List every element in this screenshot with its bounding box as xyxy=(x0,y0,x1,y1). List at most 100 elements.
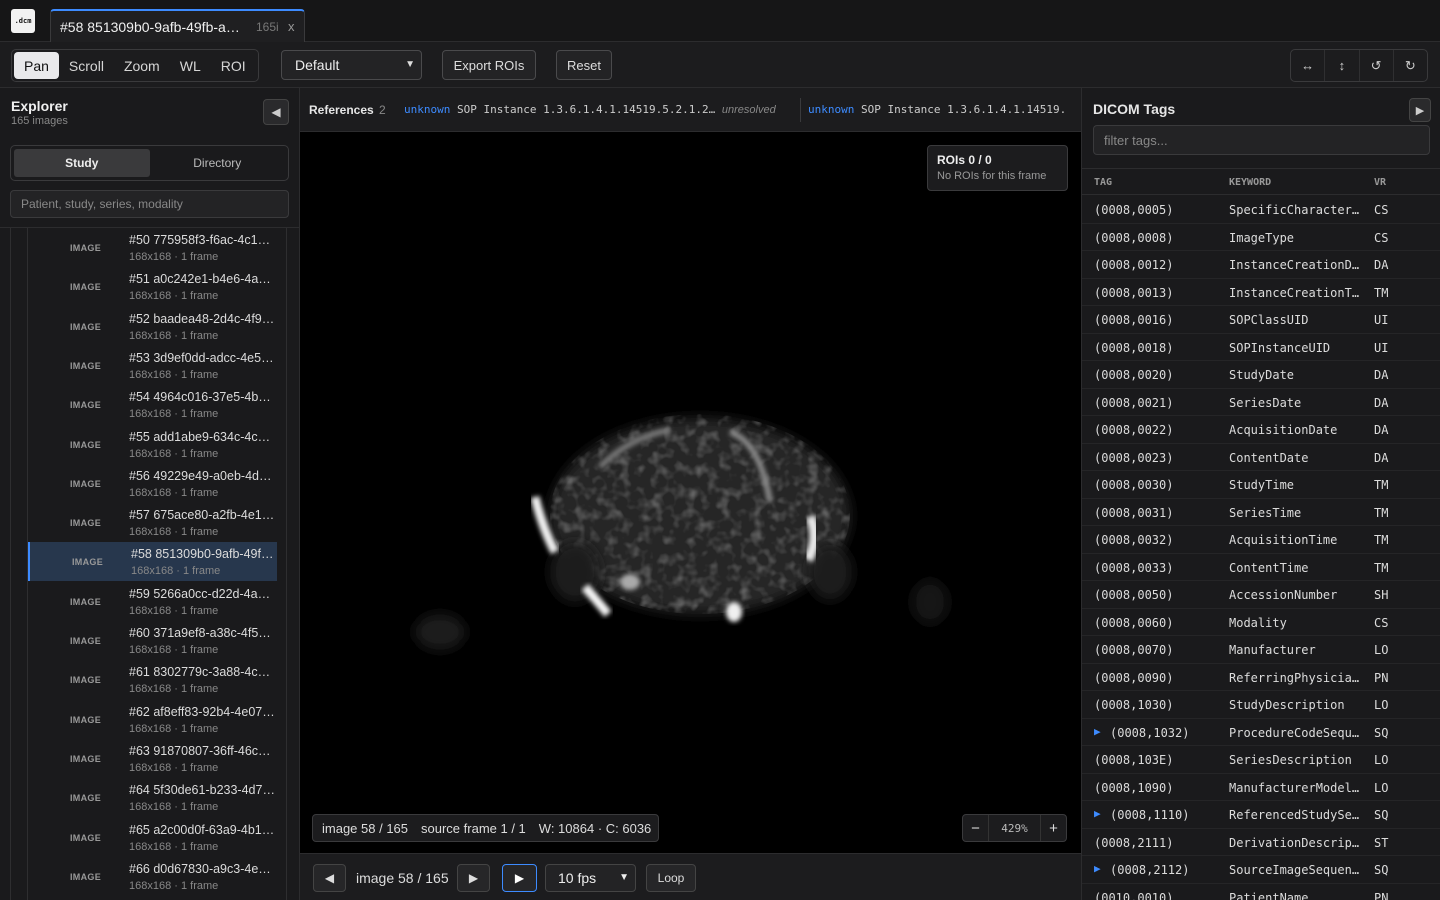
list-item[interactable]: IMAGE #61 8302779c-3a88-4c1b-a4e2 168x168 … xyxy=(28,660,277,699)
play-button[interactable]: ▶ xyxy=(502,864,537,892)
reset-button[interactable]: Reset xyxy=(556,50,612,80)
column-keyword[interactable]: KEYWORD xyxy=(1229,177,1271,188)
list-item[interactable]: IMAGE #56 49229e49-a0eb-4d3f-9a28 168x168 … xyxy=(28,464,277,503)
table-row[interactable]: (0008,0016) SOPClassUID UI xyxy=(1082,306,1440,334)
table-row[interactable]: (0008,0022) AcquisitionDate DA xyxy=(1082,416,1440,444)
collapse-right-icon[interactable]: ▶ xyxy=(1409,98,1431,122)
tag-table-header: TAG KEYWORD VR xyxy=(1082,168,1440,195)
table-row[interactable]: (0008,0033) ContentTime TM xyxy=(1082,554,1440,581)
column-vr[interactable]: VR xyxy=(1374,177,1386,188)
tag-id: (0008,0031) xyxy=(1094,505,1174,520)
table-row[interactable]: (0008,103E) SeriesDescription LO xyxy=(1082,746,1440,774)
tag-filter-input[interactable]: filter tags... xyxy=(1093,125,1430,155)
tool-scroll-button[interactable]: Scroll xyxy=(59,52,114,79)
table-row[interactable]: ▶ (0008,1032) ProcedureCodeSequence SQ xyxy=(1082,719,1440,746)
expand-arrow-icon[interactable]: ▶ xyxy=(1094,725,1101,738)
document-tab[interactable]: #58 851309b0-9afb-49fb-a66c-3f2e1d0b7a91… xyxy=(50,9,305,42)
window-preset-select[interactable]: Default ▼ xyxy=(281,50,422,80)
tag-vr: DA xyxy=(1374,395,1389,410)
table-row[interactable]: (0008,0023) ContentDate DA xyxy=(1082,444,1440,471)
loop-toggle[interactable]: Loop xyxy=(646,864,696,892)
list-item[interactable]: IMAGE #66 d0d67830-a9c3-4e62-b1a4 168x168 … xyxy=(28,857,277,896)
rotate-left-icon[interactable]: ↺ xyxy=(1360,50,1394,81)
table-row[interactable]: (0008,0021) SeriesDate DA xyxy=(1082,389,1440,416)
expand-arrow-icon[interactable]: ▶ xyxy=(1094,862,1101,875)
table-row[interactable]: (0008,2111) DerivationDescription ST xyxy=(1082,829,1440,856)
close-tab-icon[interactable]: x xyxy=(288,19,295,34)
list-item[interactable]: IMAGE #59 5266a0cc-d22d-4a81-9e3f 168x168 … xyxy=(28,582,277,621)
previous-image-button[interactable]: ◀ xyxy=(313,864,346,892)
next-image-button[interactable]: ▶ xyxy=(457,864,490,892)
list-item[interactable]: IMAGE #50 775958f3-f6ac-4c1e-9b2a 168x168 … xyxy=(28,228,277,267)
tag-keyword: SeriesDescription xyxy=(1229,753,1352,767)
list-item[interactable]: IMAGE #62 af8eff83-92b4-4e07-b5d1 168x168 … xyxy=(28,700,277,739)
explorer-search-input[interactable]: Patient, study, series, modality xyxy=(10,190,289,218)
table-row[interactable]: (0010,0010) PatientName PN xyxy=(1082,884,1440,900)
list-item[interactable]: IMAGE #57 675ace80-a2fb-4e19-b0c7 168x168 … xyxy=(28,503,277,542)
scrollbar[interactable] xyxy=(286,228,287,900)
image-canvas[interactable] xyxy=(330,132,1050,853)
export-rois-button[interactable]: Export ROIs xyxy=(442,50,536,80)
tag-vr: SH xyxy=(1374,588,1389,602)
zoom-out-button[interactable]: − xyxy=(963,820,988,837)
table-row[interactable]: (0008,0020) StudyDate DA xyxy=(1082,361,1440,389)
tool-wl-button[interactable]: WL xyxy=(170,52,211,79)
flip-vertical-icon[interactable]: ↕ xyxy=(1325,50,1360,81)
tool-roi-button[interactable]: ROI xyxy=(211,52,256,79)
table-row[interactable]: (0008,1090) ManufacturerModelName LO xyxy=(1082,774,1440,801)
table-row[interactable]: (0008,0050) AccessionNumber SH xyxy=(1082,581,1440,609)
table-row[interactable]: (0008,0070) Manufacturer LO xyxy=(1082,636,1440,664)
table-row[interactable]: (0008,0013) InstanceCreationTime TM xyxy=(1082,279,1440,306)
reference-item[interactable]: unknown SOP Instance 1.3.6.1.4.1.14519. xyxy=(808,103,1066,116)
column-tag[interactable]: TAG xyxy=(1094,177,1112,188)
table-row[interactable]: (0008,0032) AcquisitionTime TM xyxy=(1082,526,1440,554)
item-kind: IMAGE xyxy=(70,439,102,450)
item-name: #56 49229e49-a0eb-4d3f-9a28 xyxy=(129,468,275,483)
explorer-subtitle: 165 images xyxy=(11,115,68,127)
tag-id: (0008,0060) xyxy=(1094,615,1174,630)
table-row[interactable]: ▶ (0008,2112) SourceImageSequence SQ xyxy=(1082,856,1440,884)
expand-arrow-icon[interactable]: ▶ xyxy=(1094,807,1101,820)
list-item[interactable]: IMAGE #52 baadea48-2d4c-4f90-a1b2 168x168 … xyxy=(28,307,277,346)
table-row[interactable]: (0008,0005) SpecificCharacterSet CS xyxy=(1082,196,1440,224)
mode-directory-button[interactable]: Directory xyxy=(150,149,286,177)
fps-select[interactable]: 10 fps ▼ xyxy=(545,864,636,892)
window-level: W: 10864 · C: 6036 xyxy=(538,820,652,836)
rotate-right-icon[interactable]: ↻ xyxy=(1394,50,1427,81)
list-item[interactable]: IMAGE #65 a2c00d0f-63a9-4b1c-8f73 168x168 … xyxy=(28,818,277,857)
tag-keyword: ReferencedStudySequence xyxy=(1229,808,1363,822)
mode-study-button[interactable]: Study xyxy=(14,149,150,177)
item-dims: 168x168 · 1 frame xyxy=(129,447,219,460)
table-row[interactable]: (0008,0031) SeriesTime TM xyxy=(1082,499,1440,526)
item-name: #54 4964c016-37e5-4b2a-8d6c xyxy=(129,390,275,405)
table-row[interactable]: ▶ (0008,1110) ReferencedStudySequence SQ xyxy=(1082,801,1440,829)
list-item[interactable]: IMAGE #60 371a9ef8-a38c-4f52-8b6d 168x168 … xyxy=(28,621,277,660)
list-item[interactable]: IMAGE #64 5f30de61-b233-4d7e-9c08 168x168 … xyxy=(28,778,277,817)
flip-horizontal-icon[interactable]: ↔ xyxy=(1291,50,1326,81)
table-row[interactable]: (0008,0012) InstanceCreationDate DA xyxy=(1082,251,1440,279)
table-row[interactable]: (0008,0090) ReferringPhysicianName PN xyxy=(1082,664,1440,691)
table-row[interactable]: (0008,0008) ImageType CS xyxy=(1082,224,1440,251)
tag-keyword: ProcedureCodeSequence xyxy=(1229,725,1363,740)
list-item[interactable]: IMAGE #53 3d9ef0dd-adcc-4e55-91f0 168x168 … xyxy=(28,346,277,385)
item-name: #51 a0c242e1-b4e6-4a7d-8c31 xyxy=(129,272,275,287)
list-item[interactable]: IMAGE #55 add1abe9-634c-4c0d-b7e1 168x168 … xyxy=(28,425,277,464)
list-item[interactable]: IMAGE #51 a0c242e1-b4e6-4a7d-8c31 168x168 … xyxy=(28,267,277,306)
tag-keyword: SourceImageSequence xyxy=(1229,863,1363,877)
item-kind: IMAGE xyxy=(72,557,104,568)
tool-zoom-button[interactable]: Zoom xyxy=(114,52,170,79)
list-item[interactable]: IMAGE #63 91870807-36ff-46c2-8e9a 168x168 … xyxy=(28,739,277,778)
table-row[interactable]: (0008,0018) SOPInstanceUID UI xyxy=(1082,334,1440,361)
table-row[interactable]: (0008,1030) StudyDescription LO xyxy=(1082,691,1440,719)
list-item[interactable]: IMAGE #54 4964c016-37e5-4b2a-8d6c 168x168 … xyxy=(28,385,277,424)
tool-pan-button[interactable]: Pan xyxy=(14,52,59,79)
tag-vr: SQ xyxy=(1374,863,1389,877)
reference-item[interactable]: unknown SOP Instance 1.3.6.1.4.1.14519.5… xyxy=(404,103,776,116)
zoom-in-button[interactable]: + xyxy=(1041,820,1066,837)
table-row[interactable]: (0008,0030) StudyTime TM xyxy=(1082,471,1440,499)
item-name: #59 5266a0cc-d22d-4a81-9e3f xyxy=(129,586,275,601)
table-row[interactable]: (0008,0060) Modality CS xyxy=(1082,609,1440,636)
collapse-left-icon[interactable]: ◀ xyxy=(263,99,289,125)
list-item[interactable]: IMAGE #58 851309b0-9afb-49fb-a66c 168x168 … xyxy=(28,542,277,582)
tag-keyword: AccessionNumber xyxy=(1229,588,1338,602)
